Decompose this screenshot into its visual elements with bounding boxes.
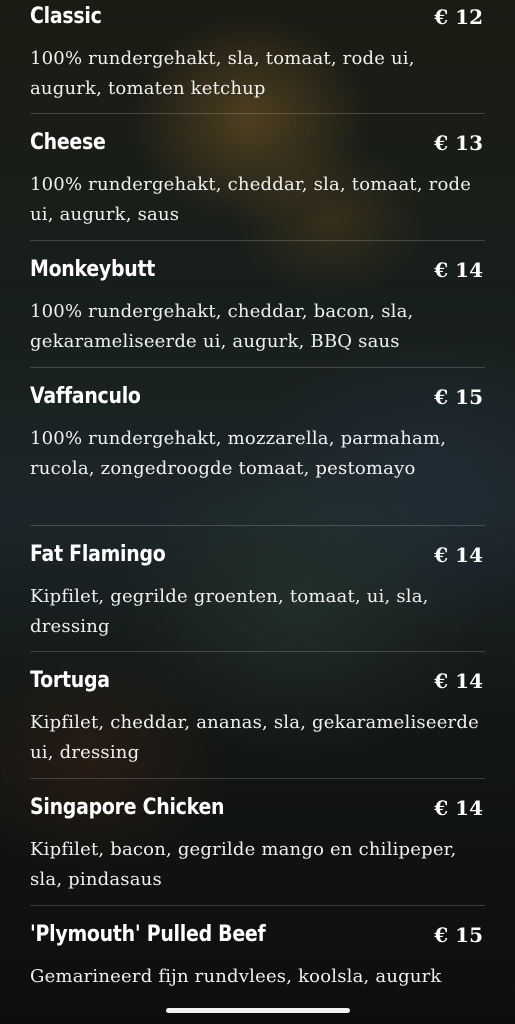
menu-item-description: 100% rundergehakt, sla, tomaat, rode ui,… (30, 48, 415, 99)
menu-item-description: Kipfilet, gegrilde groenten, tomaat, ui,… (30, 586, 429, 637)
burger-menu-list: Classic € 12 100% rundergehakt, sla, tom… (30, 0, 485, 1024)
menu-item-name: Classic (30, 4, 102, 29)
home-indicator[interactable] (166, 1008, 350, 1013)
menu-item-name: Singapore Chicken (30, 795, 225, 820)
menu-item-description: 100% rundergehakt, cheddar, bacon, sla, … (30, 301, 414, 352)
menu-item-description: Kipfilet, bacon, gegrilde mango en chili… (30, 839, 457, 890)
menu-item-price: € 12 (434, 5, 483, 29)
menu-item-singapore-chicken: Singapore Chicken € 14 Kipfilet, bacon, … (30, 779, 485, 906)
menu-item-description: 100% rundergehakt, cheddar, sla, tomaat,… (30, 174, 472, 225)
menu-item-price: € 15 (434, 923, 483, 947)
menu-item-description: 100% rundergehakt, mozzarella, parmaham,… (30, 428, 447, 479)
menu-item-name: Cheese (30, 130, 106, 155)
menu-item-description: Gemarineerd fijn rundvlees, koolsla, aug… (30, 966, 442, 987)
menu-item-price: € 14 (434, 796, 483, 820)
menu-item-classic: Classic € 12 100% rundergehakt, sla, tom… (30, 0, 485, 114)
menu-item-price: € 14 (434, 543, 483, 567)
menu-item-fat-flamingo: Fat Flamingo € 14 Kipfilet, gegrilde gro… (30, 526, 485, 652)
menu-item-monkeybutt: Monkeybutt € 14 100% rundergehakt, chedd… (30, 241, 485, 368)
menu-item-price: € 14 (434, 258, 483, 282)
menu-item-plymouth-pulled-beef: 'Plymouth' Pulled Beef € 15 Gemarineerd … (30, 906, 485, 1024)
menu-item-cheese: Cheese € 13 100% rundergehakt, cheddar, … (30, 114, 485, 241)
menu-item-name: Fat Flamingo (30, 542, 166, 567)
menu-item-name: Monkeybutt (30, 257, 156, 282)
menu-item-name: 'Plymouth' Pulled Beef (30, 922, 266, 947)
menu-item-name: Vaffanculo (30, 384, 141, 409)
menu-item-vaffanculo: Vaffanculo € 15 100% rundergehakt, mozza… (30, 368, 485, 526)
menu-item-tortuga: Tortuga € 14 Kipfilet, cheddar, ananas, … (30, 652, 485, 779)
menu-item-name: Tortuga (30, 668, 110, 693)
menu-item-price: € 15 (434, 385, 483, 409)
menu-item-price: € 13 (434, 131, 483, 155)
menu-item-price: € 14 (434, 669, 483, 693)
menu-item-description: Kipfilet, cheddar, ananas, sla, gekarame… (30, 712, 479, 763)
